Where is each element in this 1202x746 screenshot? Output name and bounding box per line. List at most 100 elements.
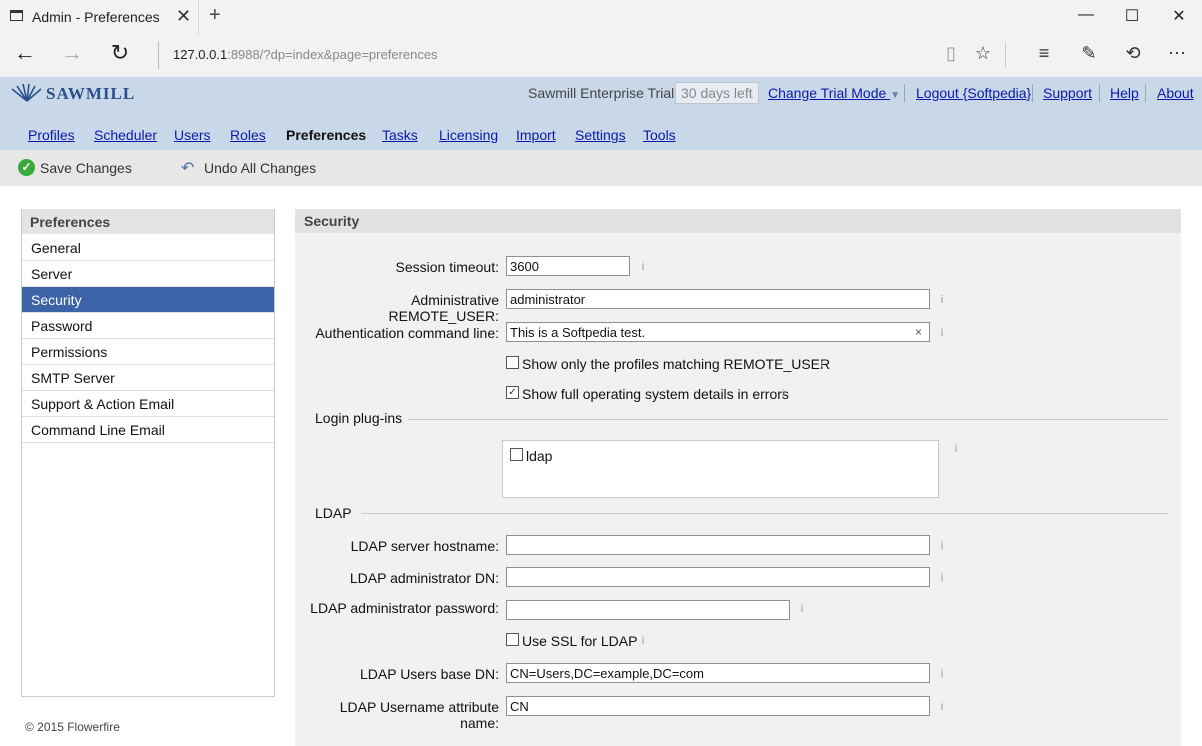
window-close-icon[interactable]: ✕ <box>1164 6 1194 26</box>
info-icon[interactable]: i <box>637 261 649 275</box>
sidebar-item-label: SMTP Server <box>31 370 115 386</box>
nav-users[interactable]: Users <box>174 127 211 143</box>
about-link[interactable]: About <box>1157 85 1194 101</box>
sidebar-item-permissions[interactable]: Permissions <box>22 339 274 365</box>
section-rule <box>361 513 1168 514</box>
nav-licensing[interactable]: Licensing <box>439 127 498 143</box>
share-icon[interactable]: ⟲ <box>1119 43 1147 64</box>
clear-input-icon[interactable]: × <box>915 325 922 339</box>
more-icon[interactable]: ⋯ <box>1163 43 1191 64</box>
remote-user-label: Administrative REMOTE_USER: <box>388 292 499 324</box>
support-link[interactable]: Support <box>1043 85 1092 101</box>
auth-command-input[interactable]: This is a Softpedia test. <box>506 322 930 342</box>
ldap-section-title: LDAP <box>315 505 352 521</box>
ldap-host-input[interactable] <box>506 535 930 555</box>
header-separator <box>904 84 905 102</box>
url-path: :8988/?dp=index&page=preferences <box>227 47 438 62</box>
save-check-icon[interactable]: ✓ <box>18 159 35 176</box>
sidebar-item-general[interactable]: General <box>22 235 274 261</box>
logout-link[interactable]: Logout {Softpedia} <box>916 85 1031 101</box>
info-icon[interactable]: i <box>936 701 948 715</box>
nav-roles[interactable]: Roles <box>230 127 266 143</box>
forward-icon[interactable]: → <box>57 40 87 66</box>
info-icon[interactable]: i <box>936 540 948 554</box>
info-icon[interactable]: i <box>777 388 789 402</box>
nav-tools[interactable]: Tools <box>643 127 676 143</box>
sidebar-item-password[interactable]: Password <box>22 313 274 339</box>
users-base-dn-input[interactable]: CN=Users,DC=example,DC=com <box>506 663 930 683</box>
sidebar-item-support-action-email[interactable]: Support & Action Email <box>22 391 274 417</box>
username-attribute-label: LDAP Username attribute name: <box>339 699 499 731</box>
info-icon[interactable]: i <box>936 572 948 586</box>
sidebar-item-server[interactable]: Server <box>22 261 274 287</box>
copyright-footer: © 2015 Flowerfire <box>25 720 120 734</box>
change-trial-mode-link[interactable]: Change Trial Mode ▼ <box>768 85 900 101</box>
sidebar-item-command-line-email[interactable]: Command Line Email <box>22 417 274 443</box>
info-icon[interactable]: i <box>950 443 962 457</box>
undo-icon[interactable]: ↶ <box>181 158 194 178</box>
only-profiles-checkbox[interactable] <box>506 356 519 369</box>
help-link[interactable]: Help <box>1110 85 1139 101</box>
nav-settings[interactable]: Settings <box>575 127 626 143</box>
ldap-plugin-checkbox[interactable] <box>510 448 523 461</box>
username-attribute-input[interactable]: CN <box>506 696 930 716</box>
ldap-plugin-label: ldap <box>526 448 553 464</box>
trial-name: Sawmill Enterprise Trial <box>528 85 675 101</box>
reading-view-icon[interactable]: ▯ <box>937 43 965 64</box>
info-icon[interactable]: i <box>936 327 948 341</box>
info-icon[interactable]: i <box>936 294 948 308</box>
sidebar-item-smtp-server[interactable]: SMTP Server <box>22 365 274 391</box>
back-icon[interactable]: ← <box>10 40 40 66</box>
nav-import[interactable]: Import <box>516 127 556 143</box>
tab-close-icon[interactable]: ✕ <box>176 6 191 27</box>
session-timeout-label: Session timeout: <box>395 259 500 275</box>
sidebar-title-text: Preferences <box>30 214 111 230</box>
favorite-star-icon[interactable]: ☆ <box>969 43 997 64</box>
save-changes-button[interactable]: Save Changes <box>40 160 132 176</box>
nav-preferences[interactable]: Preferences <box>286 127 366 143</box>
panel-header <box>295 209 1181 233</box>
auth-command-label: Authentication command line: <box>315 325 499 341</box>
undo-all-changes-button[interactable]: Undo All Changes <box>204 160 316 176</box>
ldap-host-label: LDAP server hostname: <box>350 538 499 554</box>
minimize-icon[interactable]: — <box>1071 6 1101 24</box>
hub-icon[interactable]: ≡ <box>1030 43 1058 64</box>
login-plugins-list <box>502 440 939 498</box>
info-icon[interactable]: i <box>936 668 948 682</box>
session-timeout-input[interactable]: 3600 <box>506 256 630 276</box>
web-note-icon[interactable]: ✎ <box>1075 43 1103 64</box>
url-field[interactable]: 127.0.0.1:8988/?dp=index&page=preference… <box>173 47 438 62</box>
info-icon[interactable]: i <box>637 635 649 649</box>
use-ssl-label: Use SSL for LDAP <box>522 633 638 649</box>
ldap-admin-dn-input[interactable] <box>506 567 930 587</box>
panel-title: Security <box>304 213 360 229</box>
section-rule <box>408 419 1168 420</box>
header-separator <box>1145 84 1146 102</box>
toolbar-separator <box>1005 42 1006 68</box>
nav-tasks[interactable]: Tasks <box>382 127 418 143</box>
users-base-dn-label: LDAP Users base DN: <box>359 666 499 682</box>
new-tab-icon[interactable]: + <box>209 4 221 27</box>
ldap-admin-dn-label: LDAP administrator DN: <box>349 570 499 586</box>
nav-profiles[interactable]: Profiles <box>28 127 75 143</box>
full-os-details-checkbox[interactable]: ✓ <box>506 386 519 399</box>
sidebar-item-security[interactable]: Security <box>22 287 274 313</box>
nav-scheduler[interactable]: Scheduler <box>94 127 157 143</box>
ldap-admin-password-input[interactable] <box>506 600 790 620</box>
full-os-details-label: Show full operating system details in er… <box>522 386 789 402</box>
only-profiles-label: Show only the profiles matching REMOTE_U… <box>522 356 831 372</box>
use-ssl-checkbox[interactable] <box>506 633 519 646</box>
sidebar-item-label: Command Line Email <box>31 422 165 438</box>
sidebar-item-label: Support & Action Email <box>31 396 175 412</box>
sidebar-item-label: Password <box>31 318 93 334</box>
remote-user-input[interactable]: administrator <box>506 289 930 309</box>
sidebar-item-label: Permissions <box>31 344 108 360</box>
refresh-icon[interactable]: ↻ <box>105 40 135 66</box>
sidebar-item-label: Server <box>31 266 73 282</box>
sidebar-item-label: Security <box>31 292 82 308</box>
info-icon[interactable]: i <box>816 358 828 372</box>
info-icon[interactable]: i <box>796 603 808 617</box>
header-separator <box>1032 84 1033 102</box>
login-plugins-title: Login plug-ins <box>315 410 403 426</box>
maximize-icon[interactable]: ☐ <box>1117 6 1147 26</box>
